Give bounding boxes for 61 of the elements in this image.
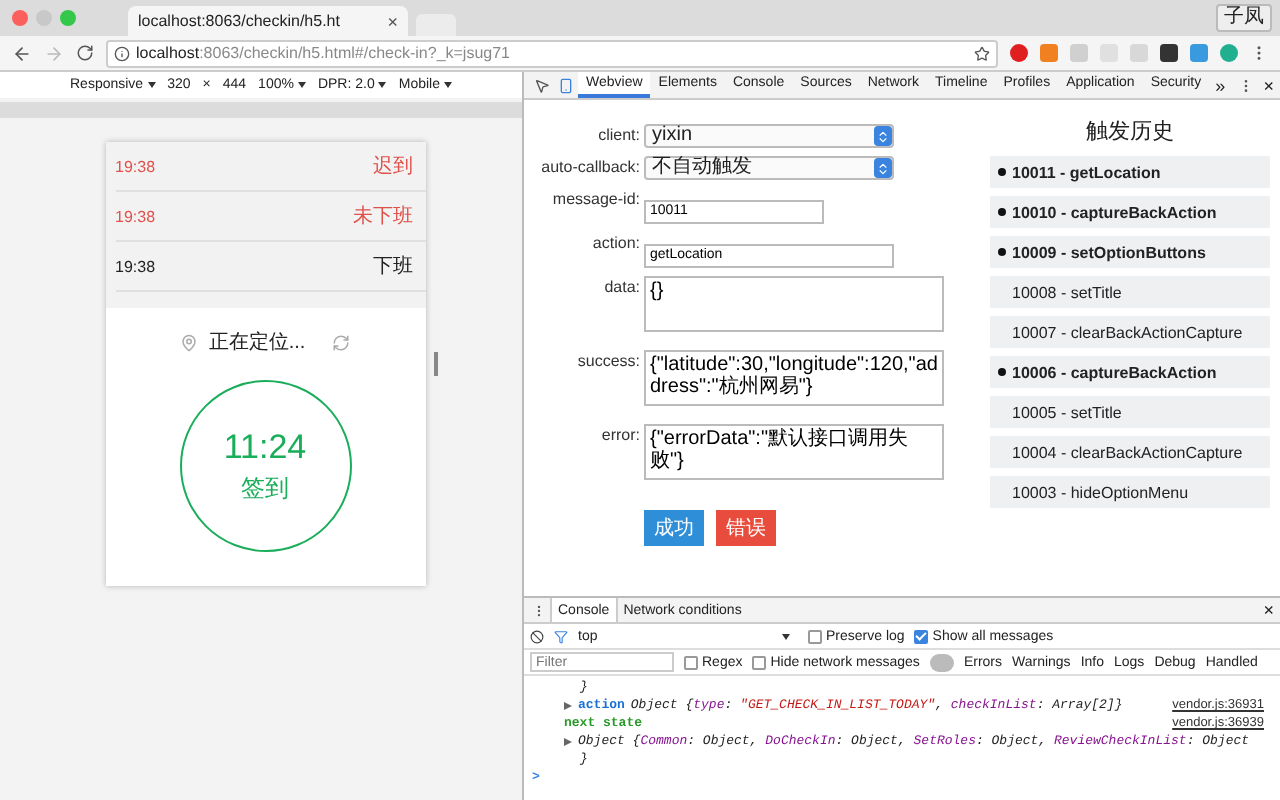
error-button[interactable]: 错误 <box>716 510 776 546</box>
record-time: 19:38 <box>115 257 156 275</box>
history-item[interactable]: 10003 - hideOptionMenu <box>990 476 1270 508</box>
info-icon <box>114 45 130 61</box>
device-mode-icon[interactable] <box>558 77 574 93</box>
select-arrows-icon <box>876 129 890 143</box>
bookmark-star-icon[interactable] <box>974 45 990 61</box>
browser-tab[interactable]: localhost:8063/checkin/h5.ht × <box>128 6 408 36</box>
history-item[interactable]: 10008 - setTitle <box>990 276 1270 308</box>
history-item[interactable]: 10011 - getLocation <box>990 156 1270 188</box>
checkbox[interactable] <box>684 655 698 669</box>
checkbox[interactable] <box>914 629 929 643</box>
history-title: 触发历史 <box>1084 118 1176 146</box>
field-label: client: <box>596 124 640 148</box>
inspect-icon[interactable] <box>534 77 550 93</box>
history-item[interactable]: 10006 - captureBackAction <box>990 356 1270 388</box>
record-status: 未下班 <box>353 203 413 230</box>
record-time: 19:38 <box>115 207 156 225</box>
toggle-icon[interactable] <box>929 653 954 671</box>
reload-icon[interactable] <box>76 44 94 62</box>
field-label: auto-callback: <box>539 156 640 180</box>
refresh-icon[interactable] <box>331 333 350 351</box>
more-tabs-button[interactable]: » <box>1209 72 1232 98</box>
field-label: data: <box>602 276 640 300</box>
record-time: 19:38 <box>115 157 156 175</box>
close-button[interactable]: × <box>1257 72 1280 98</box>
location-pin-icon <box>180 333 199 351</box>
forward-icon[interactable] <box>44 43 64 63</box>
filter-icon[interactable] <box>554 629 568 643</box>
tab-close-button[interactable]: × <box>387 11 398 31</box>
maximize-window-icon[interactable] <box>60 10 76 26</box>
history-item[interactable]: 10005 - setTitle <box>990 396 1270 428</box>
select-arrows-icon <box>876 161 890 175</box>
expand-icon[interactable] <box>564 701 572 709</box>
close-button[interactable]: × <box>1257 598 1280 622</box>
textarea-field[interactable]: {} <box>644 276 944 332</box>
resize-handle[interactable] <box>433 352 437 376</box>
field-label: message-id: <box>550 188 640 212</box>
profile-button[interactable]: 子凤 <box>1216 4 1272 32</box>
clear-console-icon[interactable] <box>530 629 544 643</box>
location-status: 正在定位... <box>208 329 306 356</box>
history-item[interactable]: 10007 - clearBackActionCapture <box>990 316 1270 348</box>
select-field[interactable]: 不自动触发 <box>644 156 894 180</box>
menu-icon[interactable] <box>532 603 546 617</box>
record-status: 迟到 <box>373 154 413 180</box>
back-icon[interactable] <box>12 43 32 63</box>
field-label: success: <box>575 350 640 374</box>
close-window-icon[interactable] <box>12 10 28 26</box>
history-item[interactable]: 10010 - captureBackAction <box>990 196 1270 228</box>
address-field[interactable]: localhost:8063/checkin/h5.html#/check-in?_k=jsug71 <box>106 39 998 67</box>
checkbox[interactable] <box>752 655 767 669</box>
history-item[interactable]: 10004 - clearBackActionCapture <box>990 436 1270 468</box>
textarea-field[interactable]: {"errorData":"默认接口调用失败"} <box>644 424 944 480</box>
checkbox[interactable] <box>808 629 822 643</box>
expand-icon[interactable] <box>564 737 572 745</box>
field-label: action: <box>590 232 640 256</box>
field-label: error: <box>599 424 640 448</box>
textarea-field[interactable]: {"latitude":30,"longitude":120,"address":"杭州网易"} <box>644 350 944 406</box>
record-status: 下班 <box>373 253 413 280</box>
select-field[interactable]: yixin <box>644 124 894 148</box>
history-item[interactable]: 10009 - setOptionButtons <box>990 236 1270 268</box>
